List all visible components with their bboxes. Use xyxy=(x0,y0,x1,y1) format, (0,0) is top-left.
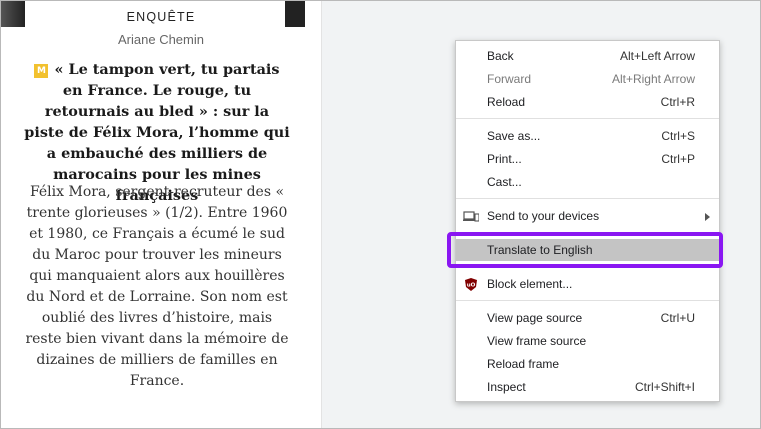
context-menu: Back Alt+Left Arrow Forward Alt+Right Ar… xyxy=(455,40,720,402)
menu-item-back[interactable]: Back Alt+Left Arrow xyxy=(456,45,719,67)
menu-item-reload[interactable]: Reload Ctrl+R xyxy=(456,91,719,113)
article-kicker: ENQUÊTE xyxy=(126,10,196,24)
article-card: ENQUÊTE Ariane Chemin M « Le tampon vert,… xyxy=(1,1,322,428)
laptop-phone-icon xyxy=(463,211,479,222)
svg-text:uO: uO xyxy=(467,283,476,289)
menu-item-reload-frame[interactable]: Reload frame xyxy=(456,353,719,375)
menu-item-inspect[interactable]: Inspect Ctrl+Shift+I xyxy=(456,376,719,398)
le-monde-badge-icon: M xyxy=(34,64,49,78)
menu-item-save-as[interactable]: Save as... Ctrl+S xyxy=(456,125,719,147)
menu-separator xyxy=(456,300,719,301)
menu-item-view-frame-source[interactable]: View frame source xyxy=(456,330,719,352)
menu-item-send-to-devices[interactable]: Send to your devices xyxy=(456,205,719,227)
menu-item-view-page-source[interactable]: View page source Ctrl+U xyxy=(456,307,719,329)
translate-highlight-outline xyxy=(447,232,723,268)
menu-item-block-element[interactable]: uO Block element... xyxy=(456,273,719,295)
menu-separator xyxy=(456,198,719,199)
browser-viewport: ENQUÊTE Ariane Chemin M « Le tampon vert,… xyxy=(0,0,761,429)
ublock-origin-icon: uO xyxy=(465,278,477,291)
menu-item-cast[interactable]: Cast... xyxy=(456,171,719,193)
menu-item-print[interactable]: Print... Ctrl+P xyxy=(456,148,719,170)
menu-separator xyxy=(456,118,719,119)
article-author[interactable]: Ariane Chemin xyxy=(1,32,321,47)
submenu-arrow-icon xyxy=(705,213,710,221)
menu-item-forward[interactable]: Forward Alt+Right Arrow xyxy=(456,68,719,90)
article-summary: Félix Mora, sergent-recruteur des « tren… xyxy=(25,184,289,389)
